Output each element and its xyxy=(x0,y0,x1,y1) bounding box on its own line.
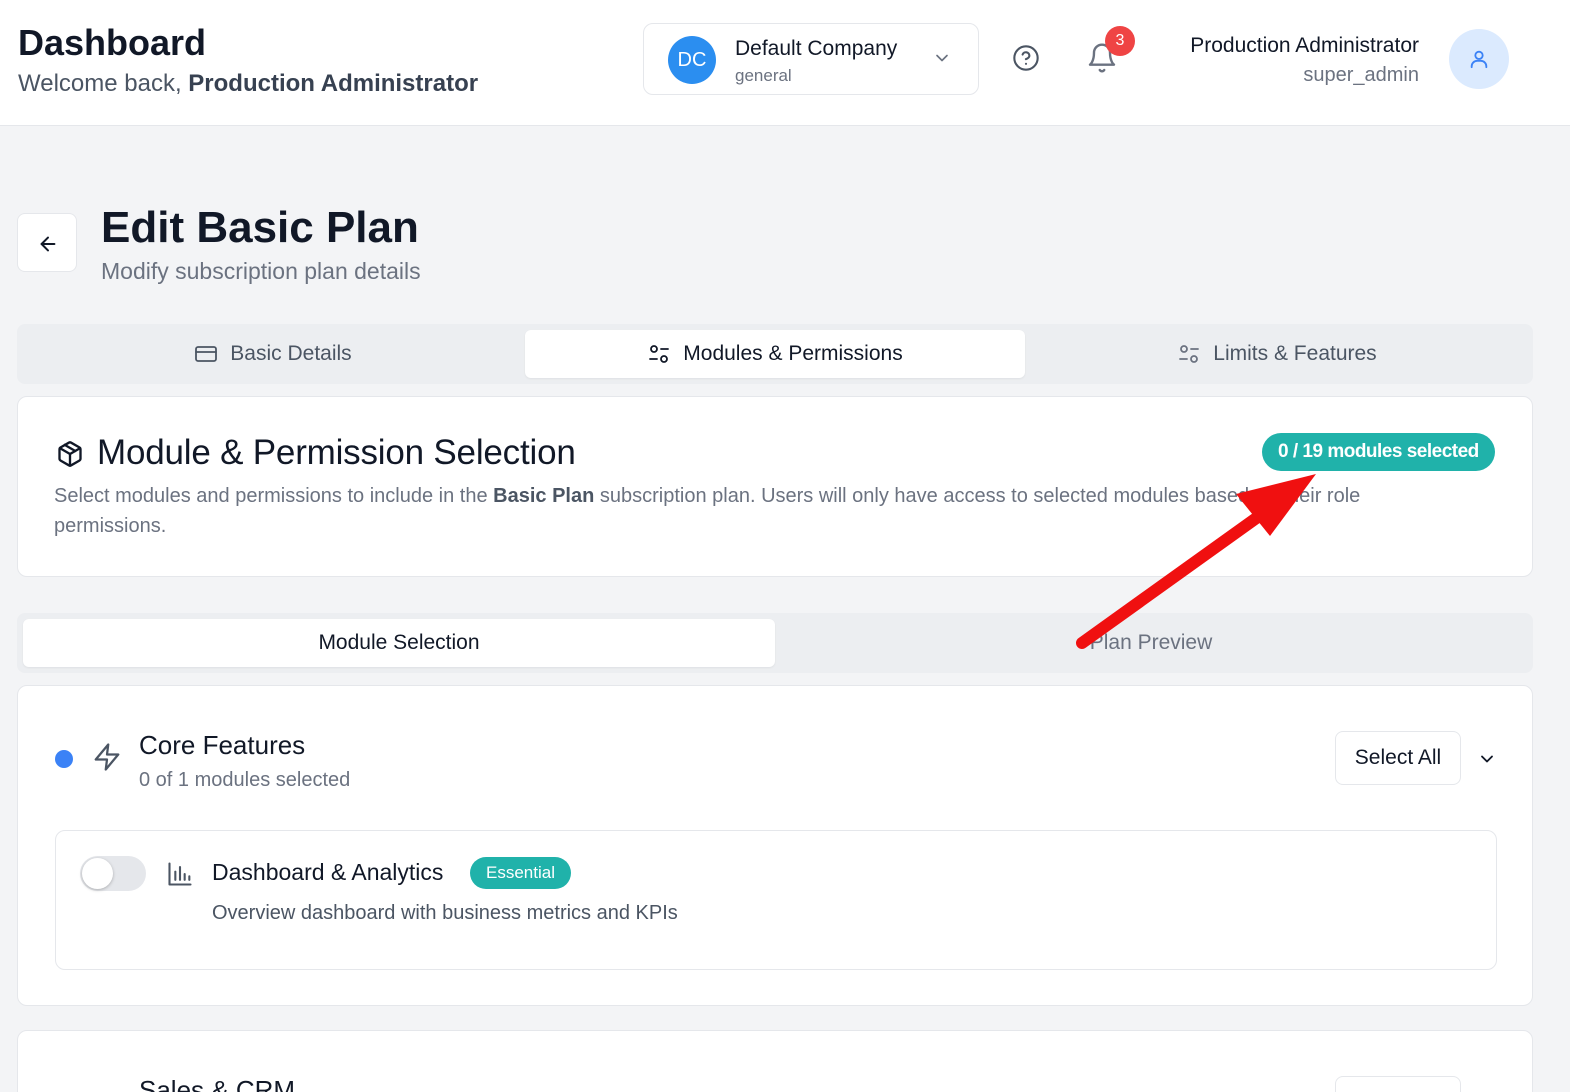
tab-label: Basic Details xyxy=(230,342,352,365)
header-title: Dashboard xyxy=(18,22,207,63)
chevron-down-icon[interactable] xyxy=(1477,749,1497,769)
select-all-button[interactable]: Select All xyxy=(1335,731,1461,785)
tab-label: Limits & Features xyxy=(1213,342,1377,365)
settings-sliders-icon xyxy=(1179,345,1200,363)
desc-plan-name: Basic Plan xyxy=(493,485,595,507)
bar-chart-icon xyxy=(168,862,192,886)
lightning-icon xyxy=(94,743,120,771)
selection-title: Module & Permission Selection xyxy=(97,433,576,472)
category-status-dot xyxy=(55,750,73,768)
selection-description: Select modules and permissions to includ… xyxy=(54,481,1474,541)
tab-limits-features[interactable]: Limits & Features xyxy=(1027,330,1527,378)
module-dashboard-analytics: Dashboard & Analytics Essential Overview… xyxy=(55,830,1497,970)
page-subtitle: Modify subscription plan details xyxy=(101,258,421,284)
tab-modules-permissions[interactable]: Modules & Permissions xyxy=(525,330,1025,378)
plan-tabs: Basic Details Modules & Permissions Limi… xyxy=(17,324,1533,384)
back-button[interactable] xyxy=(17,213,77,272)
tab-module-selection[interactable]: Module Selection xyxy=(23,619,775,667)
toggle-knob xyxy=(82,858,113,889)
tab-label: Modules & Permissions xyxy=(683,342,903,365)
category-core-features: Core Features 0 of 1 modules selected Se… xyxy=(17,685,1533,1006)
arrow-left-icon xyxy=(40,236,56,252)
module-toggle[interactable] xyxy=(80,856,146,891)
module-badge-essential: Essential xyxy=(470,857,571,889)
help-icon[interactable] xyxy=(1012,44,1040,72)
select-all-button[interactable] xyxy=(1335,1076,1461,1092)
module-name: Dashboard & Analytics xyxy=(212,859,444,885)
package-icon xyxy=(58,441,82,467)
user-name: Production Administrator xyxy=(1190,34,1419,57)
category-title: Sales & CRM xyxy=(139,1075,296,1092)
user-role: super_admin xyxy=(1303,64,1419,86)
category-sales-crm: Sales & CRM xyxy=(17,1030,1533,1092)
company-switcher[interactable]: DC Default Company general xyxy=(643,23,979,95)
welcome-user-name: Production Administrator xyxy=(188,70,479,97)
top-header: Dashboard Welcome back, Production Admin… xyxy=(0,0,1570,126)
selection-subtabs: Module Selection Plan Preview xyxy=(17,613,1533,673)
tab-basic-details[interactable]: Basic Details xyxy=(23,330,523,378)
credit-card-icon xyxy=(195,346,218,362)
module-selection-card: Module & Permission Selection 0 / 19 mod… xyxy=(17,396,1533,577)
category-title: Core Features xyxy=(139,730,306,760)
modules-selected-badge: 0 / 19 modules selected xyxy=(1262,433,1495,471)
tab-plan-preview[interactable]: Plan Preview xyxy=(775,619,1527,667)
user-icon xyxy=(1470,50,1488,69)
chevron-down-icon xyxy=(936,54,948,62)
company-avatar: DC xyxy=(668,36,716,84)
settings-sliders-icon xyxy=(649,345,670,363)
notification-count-badge: 3 xyxy=(1105,26,1135,56)
page-title: Edit Basic Plan xyxy=(101,203,419,252)
category-subtitle: 0 of 1 modules selected xyxy=(139,769,351,791)
welcome-prefix: Welcome back, xyxy=(18,70,189,97)
module-description: Overview dashboard with business metrics… xyxy=(212,902,678,924)
company-name: Default Company xyxy=(735,37,898,60)
company-subtitle: general xyxy=(735,66,792,85)
user-avatar[interactable] xyxy=(1449,29,1509,89)
desc-prefix: Select modules and permissions to includ… xyxy=(54,485,494,507)
welcome-message: Welcome back, Production Administrator xyxy=(18,70,478,98)
